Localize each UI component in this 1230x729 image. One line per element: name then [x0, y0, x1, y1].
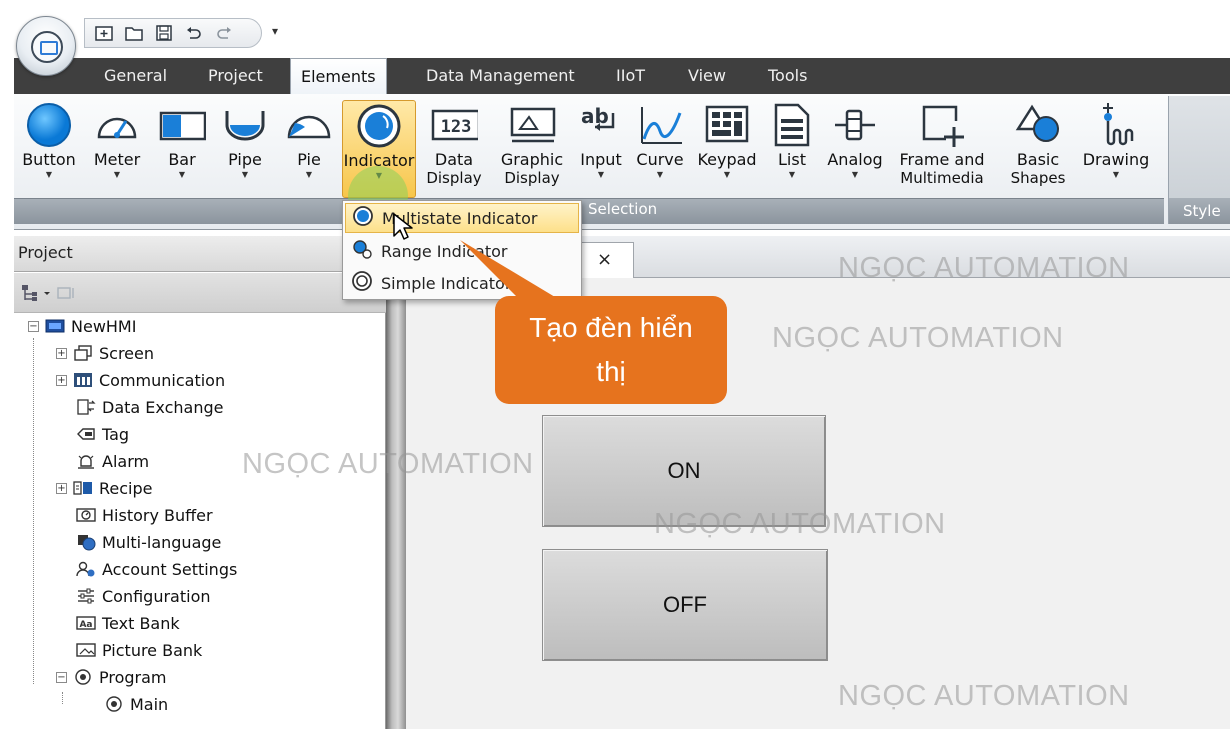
watermark: NGỌC AUTOMATION: [838, 680, 1130, 712]
mouse-cursor-icon: [392, 212, 414, 246]
watermark: NGỌC AUTOMATION: [772, 322, 1064, 354]
watermark: NGỌC AUTOMATION: [838, 252, 1130, 284]
watermark: NGỌC AUTOMATION: [242, 448, 534, 480]
watermark: NGỌC AUTOMATION: [654, 508, 946, 540]
annotation-callout: Tạo đèn hiển thị: [495, 296, 727, 404]
